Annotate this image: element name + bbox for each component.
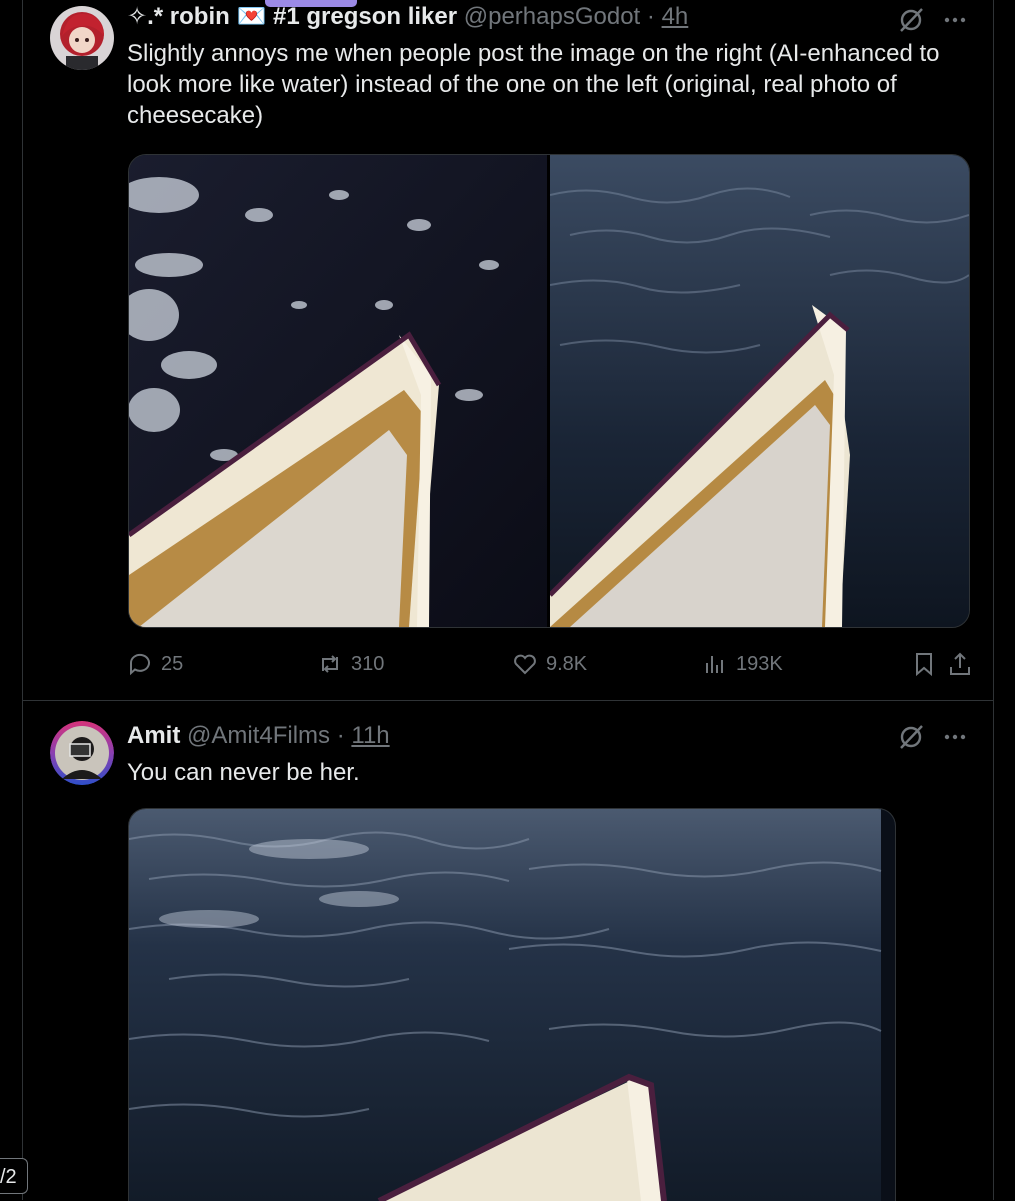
ai-enhanced-image[interactable] (550, 155, 969, 627)
views-icon (706, 656, 723, 673)
share-icon (950, 652, 970, 675)
more-icon[interactable] (941, 6, 969, 34)
tweet-header: ✧.* robin 💌 #1 gregson liker @perhapsGod… (127, 2, 688, 32)
timestamp[interactable]: 4h (662, 3, 689, 30)
grok-icon[interactable] (897, 6, 925, 34)
tweet-text: Slightly annoys me when people post the … (127, 40, 940, 129)
handle[interactable]: @perhapsGodot (464, 3, 640, 30)
bookmark-button[interactable] (911, 646, 937, 682)
media-grid[interactable] (128, 154, 970, 628)
reply-count: 25 (161, 652, 184, 675)
grok-icon[interactable] (897, 723, 925, 751)
more-icon[interactable] (941, 723, 969, 751)
tweet[interactable]: ✧.* robin 💌 #1 gregson liker @perhapsGod… (23, 0, 993, 701)
views-button[interactable]: 193K (702, 646, 783, 682)
bookmark-icon (916, 653, 932, 677)
like-count: 9.8K (546, 652, 588, 675)
timeline-column: ✧.* robin 💌 #1 gregson liker @perhapsGod… (22, 0, 994, 1201)
tweet-text: You can never be her. (127, 759, 360, 786)
avatar[interactable] (50, 721, 114, 785)
separator: · (646, 3, 655, 30)
reply-button[interactable]: 25 (127, 646, 183, 682)
like-icon (514, 654, 536, 675)
tweet-image[interactable] (128, 808, 896, 1201)
separator: · (336, 722, 345, 749)
view-count: 193K (736, 652, 783, 675)
reply-icon (129, 653, 150, 676)
like-button[interactable]: 9.8K (512, 646, 587, 682)
tweet-header: Amit @Amit4Films · 11h (127, 721, 390, 751)
display-name[interactable]: Amit (127, 722, 180, 749)
handle[interactable]: @Amit4Films (187, 722, 330, 749)
image-divider (547, 155, 550, 627)
action-bar: 25 310 9.8K 193K (127, 646, 977, 682)
avatar[interactable] (50, 6, 114, 70)
display-name[interactable]: ✧.* robin 💌 #1 gregson liker (127, 3, 457, 30)
share-button[interactable] (947, 646, 973, 682)
original-cheesecake-image[interactable] (129, 155, 547, 627)
repost-button[interactable]: 310 (317, 646, 384, 682)
timestamp[interactable]: 11h (351, 722, 389, 749)
tweet[interactable]: Amit @Amit4Films · 11h You can never be … (23, 701, 993, 1201)
repost-count: 310 (351, 652, 385, 675)
page-indicator: /2 (0, 1158, 28, 1194)
repost-icon (322, 655, 338, 673)
